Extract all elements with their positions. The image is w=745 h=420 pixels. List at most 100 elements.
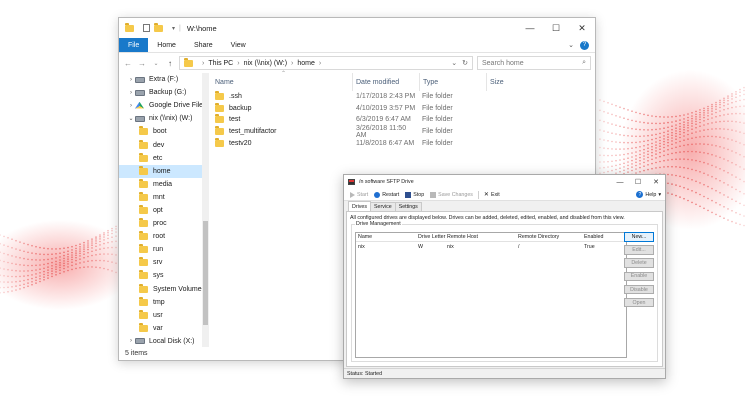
nav-item[interactable]: › Backup (G:)	[119, 86, 209, 99]
stop-icon	[405, 191, 412, 198]
nav-item[interactable]: root	[119, 230, 209, 243]
tab-drives[interactable]: Drives	[348, 201, 372, 211]
grid-header-enabled[interactable]: Enabled	[584, 234, 624, 240]
nav-item[interactable]: usr	[119, 309, 209, 322]
nav-item[interactable]: ⌄ nix (\\nix) (W:)	[119, 112, 209, 125]
enable-drive-button[interactable]: Enable	[624, 271, 654, 282]
decorative-dot	[639, 146, 641, 148]
nav-item[interactable]: › Extra (F:)	[119, 73, 209, 86]
maximize-button[interactable]: ☐	[543, 18, 569, 38]
nav-item[interactable]: › Local Disk (X:)	[119, 335, 209, 347]
sftp-title-bar[interactable]: /n software SFTP Drive — ☐ ✕	[344, 175, 665, 189]
nav-item[interactable]: run	[119, 243, 209, 256]
search-box[interactable]: Search home ⌕	[477, 56, 591, 70]
recent-locations-chevron-icon[interactable]: ⌄	[151, 60, 161, 67]
grid-header-remote-directory[interactable]: Remote Directory	[518, 234, 584, 240]
customize-toolbar-icon[interactable]: ▾	[172, 25, 175, 32]
decorative-dot	[719, 128, 721, 130]
search-input[interactable]: Search home	[482, 60, 524, 67]
tab-service[interactable]: Service	[370, 202, 396, 211]
nav-item[interactable]: System Volume	[119, 283, 209, 296]
minimize-button[interactable]: —	[611, 175, 629, 189]
column-header-size[interactable]: Size	[487, 79, 547, 86]
properties-icon[interactable]	[143, 24, 150, 32]
close-button[interactable]: ✕	[569, 18, 595, 38]
decorative-dot	[71, 245, 73, 248]
drive-row[interactable]: nix W nix / True	[356, 242, 626, 251]
nav-item[interactable]: boot	[119, 125, 209, 138]
decorative-dot	[643, 152, 645, 154]
tab-home[interactable]: Home	[148, 38, 185, 52]
up-arrow-icon[interactable]: ↑	[165, 59, 175, 68]
nav-item[interactable]: var	[119, 322, 209, 335]
nav-item[interactable]: sys	[119, 269, 209, 282]
tab-view[interactable]: View	[222, 38, 255, 52]
new-drive-button[interactable]: New...	[624, 232, 654, 242]
column-header-date[interactable]: Date modified	[353, 79, 419, 86]
breadcrumb-separator-icon[interactable]: ›	[319, 60, 321, 67]
grid-header-name[interactable]: Name	[356, 234, 418, 240]
decorative-dot	[51, 275, 53, 278]
nav-item[interactable]: media	[119, 178, 209, 191]
stop-button[interactable]: Stop	[403, 191, 426, 198]
help-menu[interactable]: ? Help ▾	[636, 191, 665, 198]
tab-share[interactable]: Share	[185, 38, 222, 52]
start-button[interactable]: Start	[348, 191, 370, 198]
expand-ribbon-icon[interactable]: ⌄	[568, 41, 574, 49]
nav-item[interactable]: home	[119, 164, 209, 178]
nav-item[interactable]: tmp	[119, 296, 209, 309]
collapsed-chevron-icon[interactable]: ›	[127, 103, 135, 109]
decorative-dot	[719, 204, 721, 206]
refresh-icon[interactable]: ↻	[462, 59, 468, 67]
breadcrumb-separator-icon[interactable]: ›	[237, 60, 239, 67]
breadcrumb-this-pc[interactable]: This PC	[208, 60, 233, 67]
edit-drive-button[interactable]: Edit...	[624, 245, 654, 255]
breadcrumb-nix-drive[interactable]: nix (\\nix) (W:)	[244, 60, 287, 67]
maximize-button[interactable]: ☐	[629, 175, 647, 189]
breadcrumb-home[interactable]: home	[297, 60, 315, 67]
close-button[interactable]: ✕	[647, 175, 665, 189]
disable-drive-button[interactable]: Disable	[624, 284, 654, 295]
decorative-dot	[23, 264, 25, 267]
nav-item-label: System Volume	[153, 285, 202, 293]
tab-settings[interactable]: Settings	[394, 202, 422, 211]
nav-item[interactable]: srv	[119, 256, 209, 269]
nav-item[interactable]: mnt	[119, 191, 209, 204]
save-changes-button[interactable]: Save Changes	[428, 191, 475, 198]
breadcrumb-separator-icon[interactable]: ›	[202, 60, 204, 67]
breadcrumb-separator-icon[interactable]: ›	[291, 60, 293, 67]
restart-button[interactable]: Restart	[372, 191, 401, 198]
address-history-chevron-icon[interactable]: ⌄	[451, 59, 457, 67]
nav-item[interactable]: dev	[119, 138, 209, 151]
grid-header-remote-host[interactable]: Remote Host	[447, 234, 518, 240]
open-drive-button[interactable]: Open	[624, 297, 654, 308]
file-row[interactable]: testv20 11/8/2018 6:47 AM File folder	[209, 137, 595, 149]
decorative-dot	[667, 148, 669, 151]
column-header-type[interactable]: Type	[420, 79, 486, 86]
file-row[interactable]: backup 4/10/2019 3:57 PM File folder	[209, 102, 595, 115]
file-row[interactable]: .ssh 1/17/2018 2:43 PM File folder	[209, 91, 595, 103]
help-icon[interactable]: ?	[580, 40, 589, 50]
collapsed-chevron-icon[interactable]: ›	[127, 90, 135, 96]
address-bar[interactable]: › This PC › nix (\\nix) (W:) › home › ⌄ …	[179, 56, 473, 70]
explorer-title-bar[interactable]: ▾ | W:\home — ☐ ✕	[119, 18, 595, 38]
minimize-button[interactable]: —	[517, 18, 543, 38]
nav-item[interactable]: › Google Drive File	[119, 99, 209, 112]
tab-file[interactable]: File	[119, 38, 149, 52]
navigation-pane-scrollbar[interactable]	[202, 73, 209, 347]
scrollbar-thumb[interactable]	[203, 221, 208, 325]
exit-button[interactable]: ✕ Exit	[482, 191, 502, 199]
collapsed-chevron-icon[interactable]: ›	[127, 338, 135, 344]
column-header-name[interactable]: Name	[209, 79, 352, 86]
collapsed-chevron-icon[interactable]: ›	[127, 77, 135, 83]
delete-drive-button[interactable]: Delete	[624, 258, 654, 268]
nav-item[interactable]: proc	[119, 217, 209, 230]
forward-arrow-icon[interactable]: →	[137, 59, 147, 68]
back-arrow-icon[interactable]: ←	[123, 59, 133, 68]
nav-item[interactable]: opt	[119, 204, 209, 217]
nav-item[interactable]: etc	[119, 152, 209, 165]
file-row[interactable]: test_multifactor 3/26/2018 11:50 AM File f…	[209, 125, 595, 139]
new-folder-icon[interactable]	[154, 22, 163, 32]
grid-header-drive-letter[interactable]: Drive Letter	[418, 234, 447, 240]
expanded-chevron-icon[interactable]: ⌄	[127, 115, 135, 122]
